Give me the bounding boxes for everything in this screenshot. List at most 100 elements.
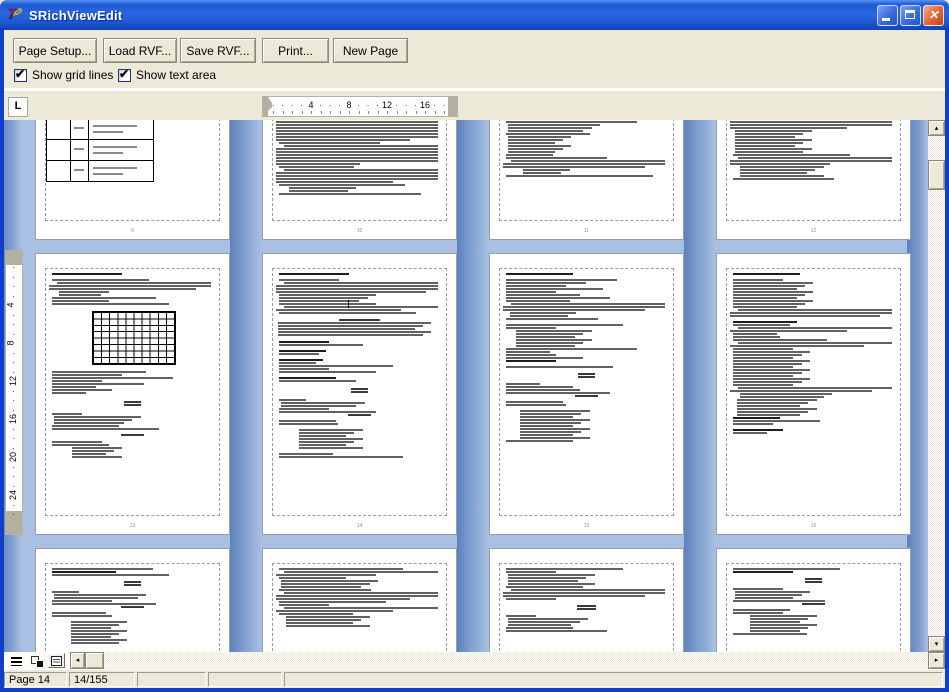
app-icon: 7✎ xyxy=(7,7,24,24)
h-ruler-tick: · xyxy=(376,100,379,110)
status-panel: Page 14 xyxy=(4,672,67,687)
page-content xyxy=(503,120,670,219)
v-ruler-tick: · xyxy=(12,310,15,320)
h-ruler-tick: · xyxy=(272,100,275,110)
page-thumbnail[interactable]: 12 xyxy=(716,120,911,240)
load-rvf-button[interactable]: Load RVF... xyxy=(103,38,177,63)
vertical-scrollbar-track[interactable] xyxy=(928,120,945,652)
v-ruler-number: 24 xyxy=(8,490,18,500)
page-thumbnail[interactable]: 13 xyxy=(35,253,230,535)
v-ruler-tick: · xyxy=(12,319,15,329)
h-ruler-subtick xyxy=(368,111,369,114)
v-ruler-tick: · xyxy=(12,272,15,282)
show-grid-lines-checkbox[interactable]: ✔Show grid lines xyxy=(14,68,113,82)
show-text-area-checkbox[interactable]: ✔Show text area xyxy=(118,68,216,82)
h-ruler-tick: · xyxy=(357,100,360,110)
page-workspace[interactable]: 9 10 11 12 13 14 15 16 17 18 19 20 xyxy=(4,120,928,652)
scroll-right-button[interactable]: ▸ xyxy=(928,652,945,669)
page-content xyxy=(276,567,443,652)
page-thumbnail[interactable]: 15 xyxy=(489,253,684,535)
wordsearch-grid xyxy=(92,311,176,365)
window-border-bottom xyxy=(0,688,949,692)
page-thumbnail[interactable]: 11 xyxy=(489,120,684,240)
page-thumbnail[interactable]: 10 xyxy=(262,120,457,240)
page-thumbnail[interactable]: 14 xyxy=(262,253,457,535)
minimize-button[interactable] xyxy=(877,5,898,26)
page-thumbnail[interactable]: 16 xyxy=(716,253,911,535)
workspace-gap xyxy=(457,120,489,652)
h-ruler-tick: · xyxy=(291,100,294,110)
vertical-ruler: ····4···8···12···16···20···24·· xyxy=(5,250,23,535)
list-view-icon xyxy=(11,657,22,666)
new-page-button[interactable]: New Page xyxy=(333,38,408,63)
window-border-right xyxy=(945,28,949,692)
h-ruler-subtick xyxy=(406,111,407,114)
page-thumbnail[interactable]: 20 xyxy=(716,548,911,652)
h-ruler-tick: · xyxy=(433,100,436,110)
v-ruler-tick: · xyxy=(12,348,15,358)
text-area-border xyxy=(499,563,674,652)
list-view-button[interactable] xyxy=(8,653,25,668)
vertical-scrollbar-thumb[interactable] xyxy=(928,160,945,190)
page-thumbnail[interactable]: 18 xyxy=(262,548,457,652)
scroll-down-button[interactable]: ▾ xyxy=(928,636,945,652)
draft-view-button[interactable] xyxy=(28,653,45,668)
h-ruler-number: 8 xyxy=(346,100,351,110)
h-ruler-tick: · xyxy=(367,100,370,110)
draft-view-icon xyxy=(36,660,44,668)
page-content xyxy=(730,120,897,219)
horizontal-scrollbar-thumb[interactable] xyxy=(85,652,104,669)
page-number: 16 xyxy=(717,524,910,529)
ruler-strip xyxy=(4,88,945,120)
tab-selector-button[interactable]: L xyxy=(8,97,28,117)
page-number: 15 xyxy=(490,524,683,529)
h-ruler-subtick xyxy=(330,111,331,114)
status-panel xyxy=(208,672,282,687)
horizontal-scrollbar[interactable]: ◂ ▸ xyxy=(4,652,945,669)
h-ruler-subtick xyxy=(349,111,350,114)
text-area-border xyxy=(499,268,674,516)
h-ruler-tick: · xyxy=(414,100,417,110)
h-ruler-tick: · xyxy=(338,100,341,110)
right-indent-marker[interactable] xyxy=(435,109,444,116)
print-button[interactable]: Print... xyxy=(262,38,329,63)
srichviewedit-window: { "window": { "title": "SRichViewEdit", … xyxy=(0,0,949,692)
h-ruler-subtick xyxy=(283,111,284,114)
horizontal-scrollbar-track[interactable] xyxy=(70,652,945,669)
maximize-button[interactable] xyxy=(900,5,921,26)
workspace-gap xyxy=(684,120,716,652)
h-ruler-subtick xyxy=(444,111,445,114)
close-button[interactable]: ✕ xyxy=(923,5,944,26)
vertical-scrollbar[interactable]: ▴ ▾ xyxy=(928,120,945,652)
v-ruler-number: 4 xyxy=(6,302,16,307)
save-rvf-button[interactable]: Save RVF... xyxy=(180,38,256,63)
page-thumbnail[interactable]: 17 xyxy=(35,548,230,652)
close-icon: ✕ xyxy=(924,8,943,23)
status-panel xyxy=(137,672,206,687)
status-bar: Page 1414/155 xyxy=(4,669,945,688)
text-area-border xyxy=(499,120,674,221)
page-number: 10 xyxy=(263,229,456,234)
scroll-up-button[interactable]: ▴ xyxy=(928,120,945,136)
v-ruler-tick: · xyxy=(12,291,15,301)
h-ruler-subtick xyxy=(302,111,303,114)
show-grid-lines-checkbox-box[interactable]: ✔ xyxy=(14,69,27,82)
status-panel: 14/155 xyxy=(69,672,135,687)
page-thumbnail[interactable]: 19 xyxy=(489,548,684,652)
v-ruler-tick: · xyxy=(12,433,15,443)
scroll-left-button[interactable]: ◂ xyxy=(70,652,85,669)
h-ruler-tick: · xyxy=(405,100,408,110)
page-thumbnail[interactable]: 9 xyxy=(35,120,230,240)
h-ruler-subtick xyxy=(292,111,293,114)
page-number: 13 xyxy=(36,524,229,529)
title-bar[interactable]: 7✎ SRichViewEdit ✕ xyxy=(0,0,949,30)
page-setup-button[interactable]: Page Setup... xyxy=(13,38,97,63)
v-ruler-tick: · xyxy=(12,329,15,339)
show-text-area-checkbox-box[interactable]: ✔ xyxy=(118,69,131,82)
page-content xyxy=(276,272,443,514)
h-ruler-number: 16 xyxy=(420,100,430,110)
page-number: 14 xyxy=(263,524,456,529)
page-view-button[interactable] xyxy=(48,653,65,668)
h-ruler-subtick xyxy=(378,111,379,114)
h-ruler-tick: · xyxy=(329,100,332,110)
